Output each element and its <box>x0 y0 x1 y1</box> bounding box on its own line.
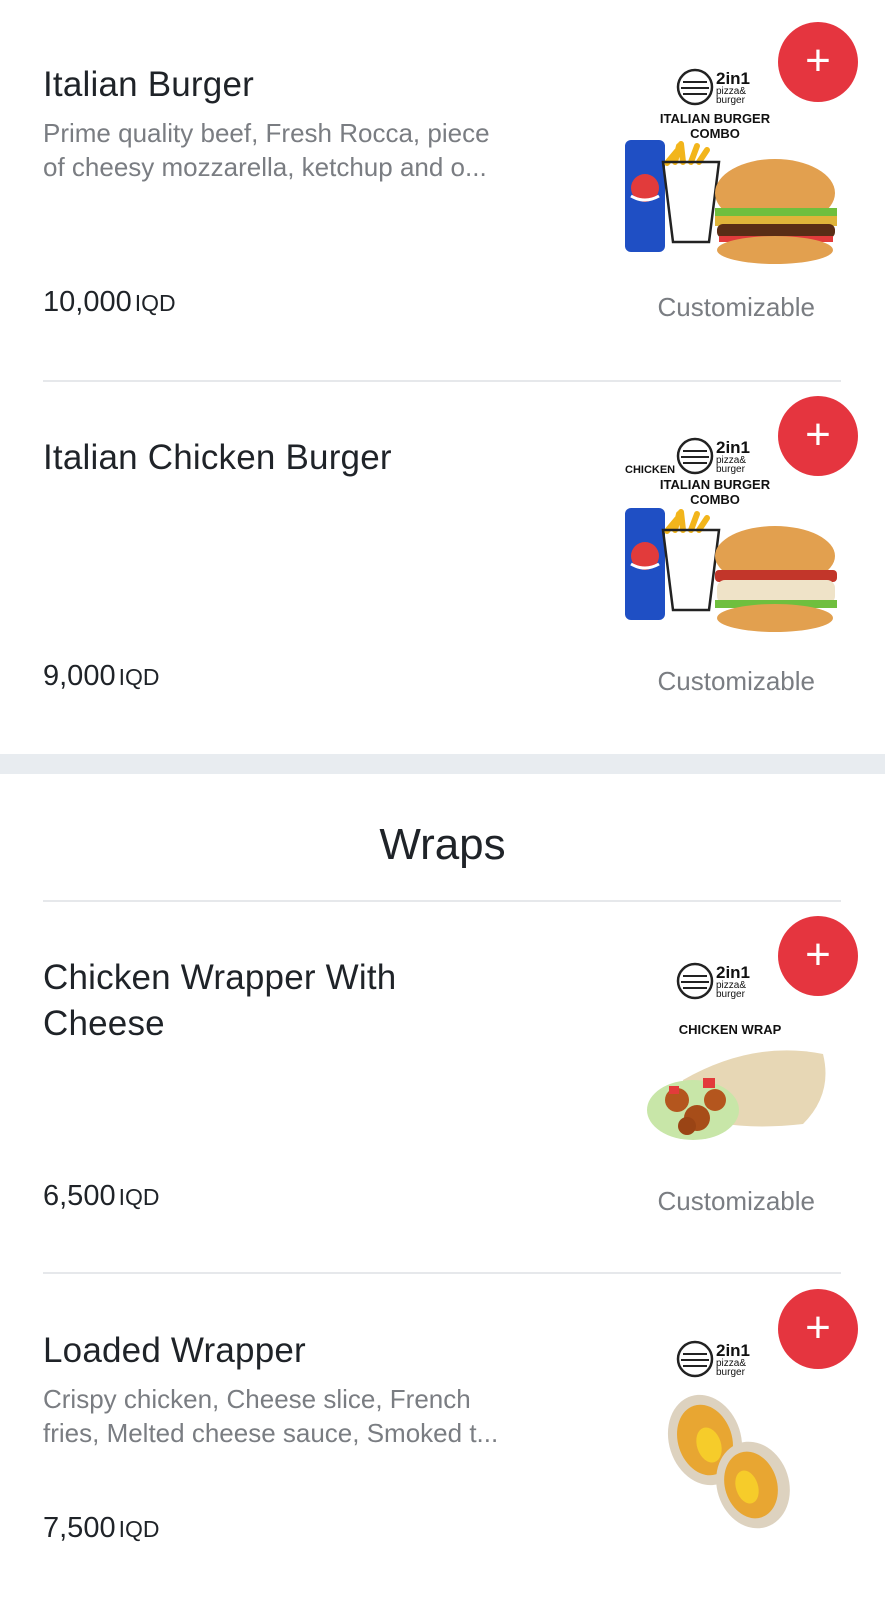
svg-text:ITALIAN BURGER: ITALIAN BURGER <box>660 477 771 492</box>
brand-logo-icon: 2in1 pizza& burger <box>676 962 750 1000</box>
add-to-cart-button[interactable]: + <box>778 1289 858 1369</box>
item-title: Loaded Wrapper <box>43 1331 306 1370</box>
svg-text:COMBO: COMBO <box>690 492 740 507</box>
add-to-cart-button[interactable]: + <box>778 22 858 102</box>
brand-logo-icon: 2in1 pizza& burger <box>676 437 750 475</box>
svg-text:CHICKEN: CHICKEN <box>625 464 675 476</box>
section-separator <box>0 754 885 774</box>
svg-text:burger: burger <box>716 1367 746 1378</box>
plus-icon: + <box>805 409 831 459</box>
item-divider <box>43 380 841 382</box>
item-price: 7,500 IQD <box>43 1512 160 1544</box>
plus-icon: + <box>805 929 831 979</box>
plus-icon: + <box>805 35 831 85</box>
svg-text:burger: burger <box>716 989 746 1000</box>
svg-text:ITALIAN BURGER: ITALIAN BURGER <box>660 111 771 126</box>
svg-text:burger: burger <box>716 95 746 106</box>
customizable-label: Customizable <box>657 666 815 696</box>
item-price: 9,000 IQD <box>43 660 160 692</box>
customizable-label: Customizable <box>657 1186 815 1216</box>
item-price: 10,000 IQD <box>43 286 176 318</box>
item-price: 6,500 IQD <box>43 1180 160 1212</box>
item-title: Italian Chicken Burger <box>43 438 392 477</box>
section-divider <box>43 900 841 902</box>
plus-icon: + <box>805 1302 831 1352</box>
customizable-label: Customizable <box>657 292 815 322</box>
add-to-cart-button[interactable]: + <box>778 396 858 476</box>
section-title: Wraps <box>379 820 506 869</box>
svg-text:CHICKEN WRAP: CHICKEN WRAP <box>679 1022 782 1037</box>
item-description: Prime quality beef, Fresh Rocca, piece o… <box>43 118 490 182</box>
brand-logo-icon: 2in1 pizza& burger <box>676 1340 750 1378</box>
add-to-cart-button[interactable]: + <box>778 916 858 996</box>
item-title: Chicken Wrapper With Cheese <box>43 958 397 1043</box>
item-divider <box>43 1272 841 1274</box>
svg-text:burger: burger <box>716 464 746 475</box>
brand-logo-icon: 2in1 pizza& burger <box>676 68 750 106</box>
item-title: Italian Burger <box>43 65 254 104</box>
item-description: Crispy chicken, Cheese slice, French fri… <box>43 1384 499 1448</box>
svg-text:COMBO: COMBO <box>690 126 740 141</box>
